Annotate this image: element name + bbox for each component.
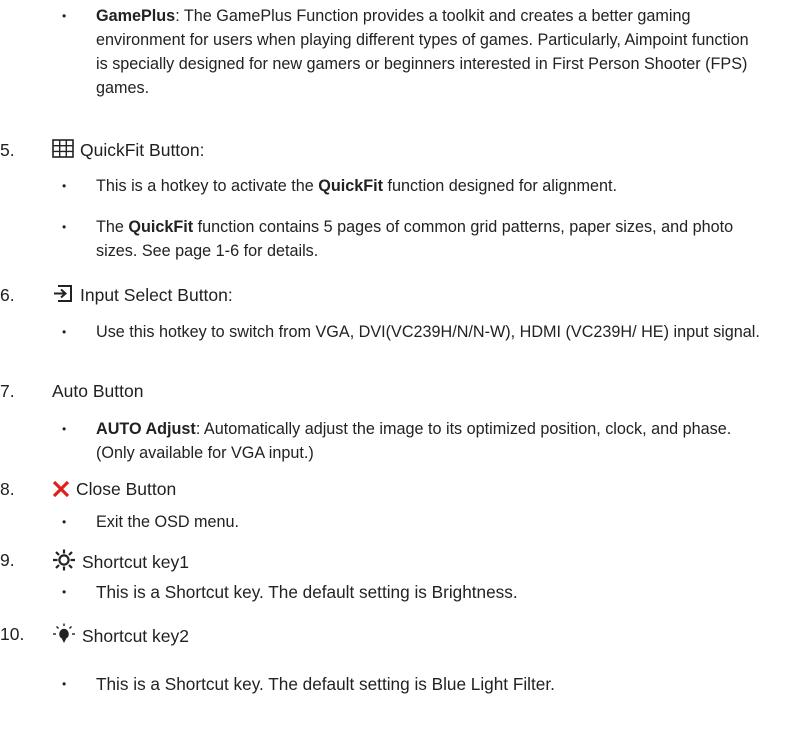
item-label: Input Select Button:	[80, 285, 233, 305]
quickfit-bullet-2: • The QuickFit function contains 5 pages…	[62, 218, 734, 260]
item-number: 10.	[0, 624, 25, 644]
close-icon	[52, 480, 70, 498]
quickfit-bullet-1: • This is a hotkey to activate the Quick…	[62, 177, 617, 195]
item-number: 7.	[0, 381, 15, 401]
close-bullet: • Exit the OSD menu.	[62, 513, 240, 531]
manual-page: • GamePlus: The GamePlus Function provid…	[0, 0, 794, 732]
item-number: 5.	[0, 140, 15, 160]
grid-icon	[52, 139, 74, 159]
shortcut1-bullet: • This is a Shortcut key. The default se…	[62, 582, 518, 602]
item-label: Shortcut key1	[82, 552, 189, 572]
brightness-icon	[52, 549, 76, 571]
input-select-bullet: • Use this hotkey to switch from VGA, DV…	[62, 323, 760, 341]
item-label: Auto Button	[52, 381, 144, 401]
gameplus-term: GamePlus	[96, 7, 176, 25]
item-number: 8.	[0, 479, 15, 499]
item-label: Close Button	[76, 479, 177, 499]
shortcut2-bullet: • This is a Shortcut key. The default se…	[62, 674, 555, 694]
item-label: Shortcut key2	[82, 626, 189, 646]
item-label: QuickFit Button:	[80, 140, 205, 160]
item-number: 9.	[0, 550, 15, 570]
bulb-icon	[52, 623, 76, 645]
item-number: 6.	[0, 285, 15, 305]
gameplus-bullet: • GamePlus: The GamePlus Function provid…	[62, 7, 749, 97]
auto-bullet: • AUTO Adjust: Automatically adjust the …	[62, 420, 732, 462]
input-select-icon	[52, 284, 74, 304]
gameplus-description: : The GamePlus Function provides a toolk…	[96, 7, 749, 97]
